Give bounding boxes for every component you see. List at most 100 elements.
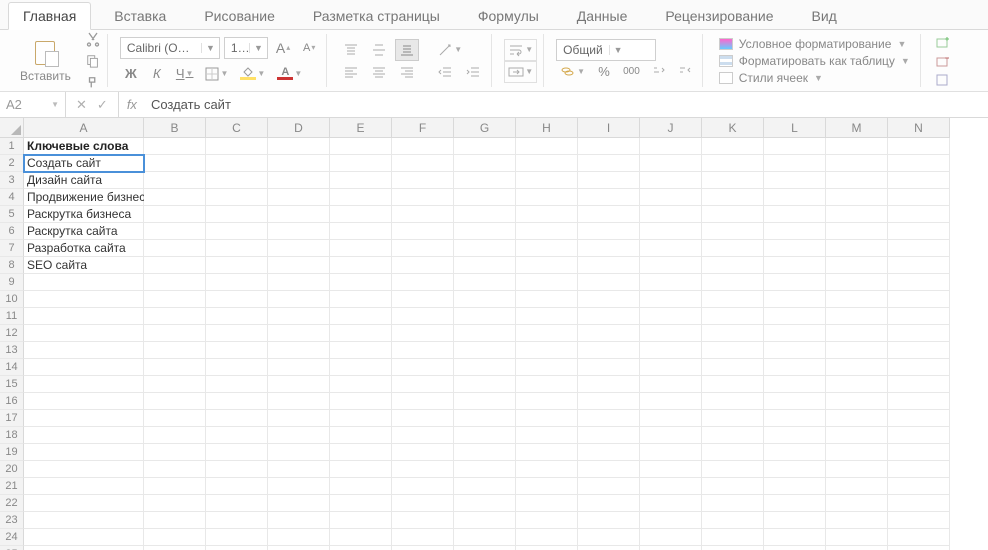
cell[interactable] [578, 393, 640, 410]
cell[interactable] [144, 393, 206, 410]
select-all-corner[interactable] [0, 118, 24, 138]
copy-icon[interactable] [85, 53, 101, 69]
cell[interactable] [454, 325, 516, 342]
cell[interactable] [144, 223, 206, 240]
cell[interactable] [454, 376, 516, 393]
font-color-button[interactable]: A ▼ [273, 63, 306, 85]
cell[interactable] [640, 410, 702, 427]
cell[interactable] [392, 274, 454, 291]
cell[interactable] [454, 138, 516, 155]
cell[interactable] [206, 529, 268, 546]
column-header[interactable]: D [268, 118, 330, 138]
cell[interactable] [206, 308, 268, 325]
decrease-decimal-button[interactable] [674, 61, 696, 83]
cell[interactable] [516, 546, 578, 550]
cell[interactable] [764, 342, 826, 359]
cell[interactable] [330, 512, 392, 529]
cell[interactable] [764, 444, 826, 461]
paste-button[interactable]: Вставить [12, 35, 79, 87]
cell[interactable] [764, 427, 826, 444]
orientation-button[interactable]: ▼ [433, 39, 466, 61]
cell[interactable] [454, 291, 516, 308]
row-header[interactable]: 23 [0, 512, 24, 529]
cell[interactable] [516, 240, 578, 257]
cell[interactable] [764, 461, 826, 478]
cell[interactable] [516, 189, 578, 206]
cell[interactable] [640, 376, 702, 393]
cell[interactable] [640, 478, 702, 495]
cell[interactable] [206, 359, 268, 376]
cell[interactable]: SEO сайта [24, 257, 144, 274]
cell[interactable] [330, 223, 392, 240]
row-header[interactable]: 11 [0, 308, 24, 325]
cell[interactable] [578, 172, 640, 189]
cell[interactable] [640, 342, 702, 359]
cell[interactable] [702, 359, 764, 376]
confirm-formula-button[interactable]: ✓ [97, 97, 108, 113]
cell[interactable] [24, 376, 144, 393]
cell[interactable] [454, 393, 516, 410]
cell[interactable] [640, 444, 702, 461]
cell[interactable] [578, 546, 640, 550]
cell[interactable] [144, 274, 206, 291]
row-header[interactable]: 20 [0, 461, 24, 478]
cell[interactable] [24, 359, 144, 376]
conditional-formatting-button[interactable]: Условное форматирование ▼ [719, 37, 910, 51]
column-header[interactable]: K [702, 118, 764, 138]
column-header[interactable]: F [392, 118, 454, 138]
cell[interactable] [392, 461, 454, 478]
cell[interactable] [888, 546, 950, 550]
cell[interactable] [516, 206, 578, 223]
cell[interactable] [764, 274, 826, 291]
cell[interactable] [392, 529, 454, 546]
cell[interactable] [206, 495, 268, 512]
cell[interactable] [888, 257, 950, 274]
cell[interactable] [640, 512, 702, 529]
cell[interactable] [144, 325, 206, 342]
tab-data[interactable]: Данные [562, 2, 643, 29]
cell[interactable] [888, 529, 950, 546]
row-header[interactable]: 3 [0, 172, 24, 189]
cell[interactable] [144, 478, 206, 495]
cell[interactable] [826, 495, 888, 512]
cell[interactable] [640, 461, 702, 478]
cell[interactable] [516, 308, 578, 325]
cell[interactable] [330, 461, 392, 478]
cell[interactable] [330, 410, 392, 427]
cell[interactable] [330, 189, 392, 206]
underline-button[interactable]: Ч▼ [172, 63, 198, 85]
cell[interactable] [640, 325, 702, 342]
cut-icon[interactable] [85, 31, 101, 47]
cell[interactable] [206, 257, 268, 274]
row-header[interactable]: 17 [0, 410, 24, 427]
cell[interactable] [578, 376, 640, 393]
cell[interactable] [392, 138, 454, 155]
cell[interactable] [764, 138, 826, 155]
cell[interactable] [206, 189, 268, 206]
cell[interactable] [826, 325, 888, 342]
cell[interactable] [268, 291, 330, 308]
cell[interactable] [454, 359, 516, 376]
cell[interactable] [144, 376, 206, 393]
cell[interactable] [392, 444, 454, 461]
merge-button[interactable]: ▼ [504, 61, 537, 83]
cell[interactable] [888, 427, 950, 444]
cell[interactable] [144, 342, 206, 359]
format-as-table-button[interactable]: Форматировать как таблицу ▼ [719, 54, 910, 68]
cell[interactable] [144, 461, 206, 478]
cell[interactable] [268, 223, 330, 240]
cell[interactable] [268, 512, 330, 529]
cell[interactable] [826, 444, 888, 461]
cell[interactable] [702, 274, 764, 291]
cell[interactable] [764, 240, 826, 257]
cell[interactable] [578, 410, 640, 427]
cell[interactable] [516, 325, 578, 342]
row-header[interactable]: 22 [0, 495, 24, 512]
cell[interactable] [702, 206, 764, 223]
column-header[interactable]: N [888, 118, 950, 138]
cell[interactable] [578, 223, 640, 240]
cell[interactable] [640, 427, 702, 444]
cell[interactable] [144, 444, 206, 461]
row-header[interactable]: 12 [0, 325, 24, 342]
cell[interactable] [640, 546, 702, 550]
